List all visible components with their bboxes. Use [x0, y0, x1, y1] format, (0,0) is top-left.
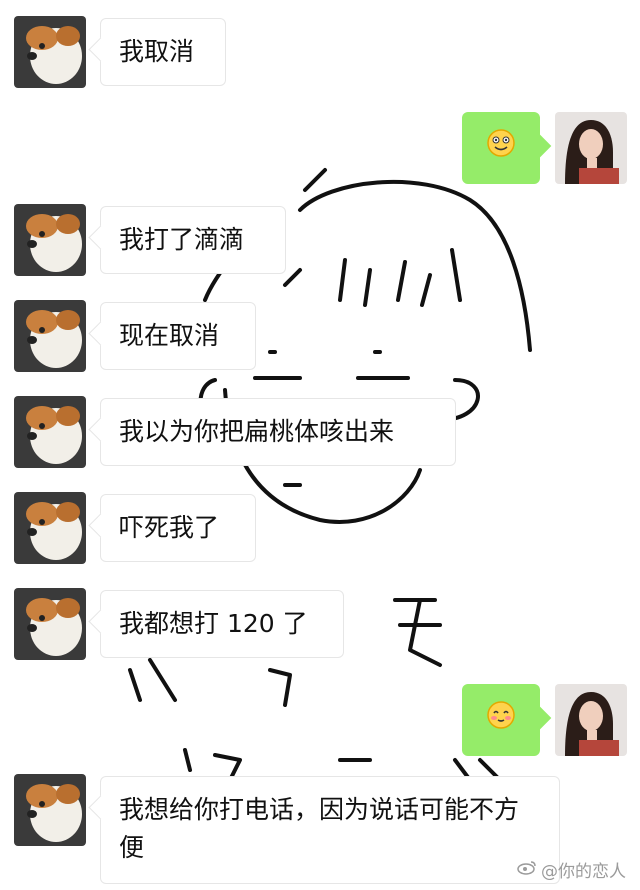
- user-avatar-icon: [555, 112, 627, 184]
- message-text: 吓死我了: [119, 513, 220, 542]
- friend-avatar[interactable]: [14, 492, 86, 564]
- friend-avatar[interactable]: [14, 16, 86, 88]
- message-bubble-self[interactable]: [462, 684, 540, 756]
- message-bubble[interactable]: 我以为你把扁桃体咳出来: [100, 398, 456, 466]
- friend-avatar[interactable]: [14, 774, 86, 846]
- message-text: 我想给你打电话，因为说话可能不方便: [119, 795, 520, 862]
- message-bubble[interactable]: 我取消: [100, 18, 226, 86]
- user-avatar-icon: [555, 684, 627, 756]
- watermark: @你的恋人: [517, 857, 626, 882]
- dog-avatar-icon: [14, 588, 86, 660]
- message-text: 我以为你把扁桃体咳出来: [119, 417, 395, 446]
- watermark-text: @你的恋人: [541, 862, 626, 882]
- message-bubble[interactable]: 我都想打 120 了: [100, 590, 344, 658]
- message-text: 我打了滴滴: [119, 225, 245, 254]
- dog-avatar-icon: [14, 774, 86, 846]
- blush-emoji-icon: [486, 700, 516, 741]
- message-bubble[interactable]: 我打了滴滴: [100, 206, 286, 274]
- message-text: 我取消: [119, 37, 195, 66]
- message-bubble[interactable]: 我想给你打电话，因为说话可能不方便: [100, 776, 560, 884]
- message-bubble[interactable]: 现在取消: [100, 302, 256, 370]
- self-avatar[interactable]: [555, 112, 627, 184]
- friend-avatar[interactable]: [14, 300, 86, 372]
- message-text: 我都想打 120 了: [119, 609, 308, 638]
- friend-avatar[interactable]: [14, 396, 86, 468]
- dog-avatar-icon: [14, 396, 86, 468]
- dog-avatar-icon: [14, 492, 86, 564]
- friend-avatar[interactable]: [14, 204, 86, 276]
- dog-avatar-icon: [14, 300, 86, 372]
- dog-avatar-icon: [14, 204, 86, 276]
- message-bubble-self[interactable]: [462, 112, 540, 184]
- self-avatar[interactable]: [555, 684, 627, 756]
- friend-avatar[interactable]: [14, 588, 86, 660]
- dog-avatar-icon: [14, 16, 86, 88]
- message-bubble[interactable]: 吓死我了: [100, 494, 256, 562]
- smile-emoji-icon: [486, 128, 516, 169]
- message-text: 现在取消: [119, 321, 220, 350]
- weibo-icon: [517, 859, 537, 880]
